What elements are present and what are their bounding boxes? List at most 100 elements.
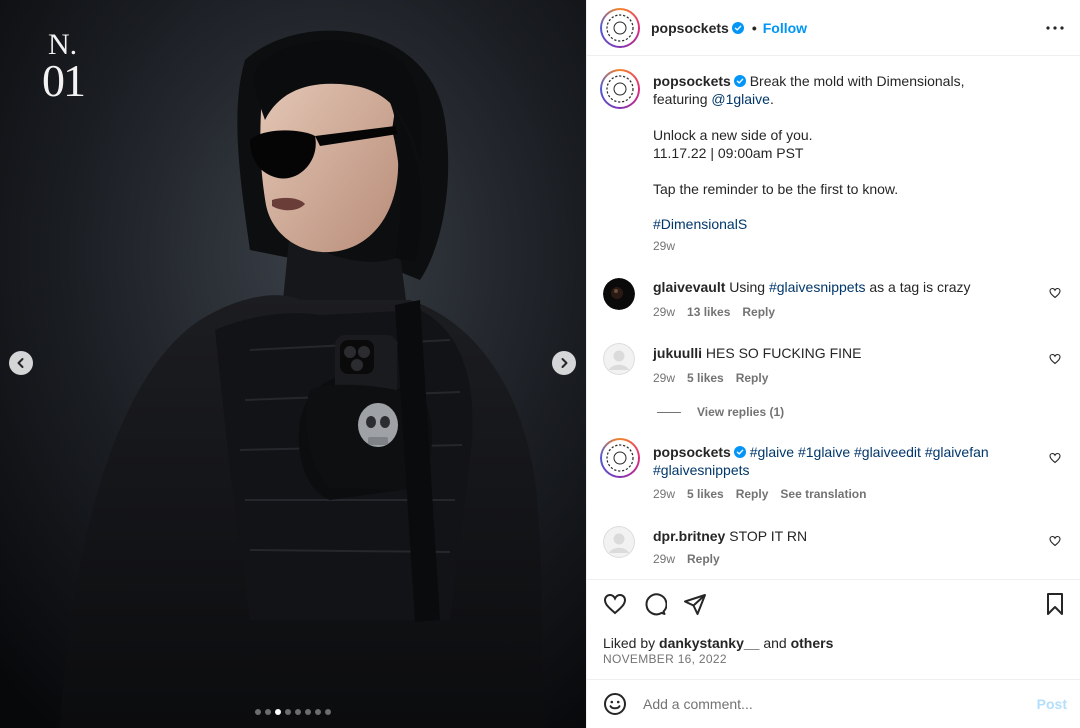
comment-body: STOP IT RN [729,528,808,544]
comment-time[interactable]: 29w [653,305,675,319]
popsockets-logo-icon [606,13,634,42]
comment-like-heart-icon[interactable] [1049,287,1061,299]
comment-body: HES SO FUCKING FINE [705,345,862,361]
emoji-icon[interactable] [603,692,627,716]
carousel-dot [275,709,281,715]
caption-meta: 29w [653,239,675,253]
reply-button[interactable]: Reply [736,371,769,385]
post-date[interactable]: NOVEMBER 16, 2022 [603,652,727,666]
bookmark-save-icon[interactable] [1043,592,1067,616]
comment-like-heart-icon[interactable] [1049,353,1061,365]
liked-by-prefix: Liked by [603,635,660,651]
carousel-dot [305,709,311,715]
comment-hashtags-line-2[interactable]: #glaivesnippets [653,462,750,478]
carousel-dot [295,709,301,715]
caption-avatar[interactable] [600,69,640,109]
comments-area[interactable]: popsockets Break the mold with Dimension… [587,56,1080,579]
view-replies-label: View replies (1) [697,405,785,419]
view-replies-line [657,411,681,413]
post-modal: N. 01 popsockets • Follow popsockets Bre… [0,0,1080,728]
comment-time[interactable]: 29w [653,487,675,501]
comment-likes[interactable]: 5 likes [687,371,724,385]
post-actions: Liked by dankystanky__ and others NOVEMB… [587,579,1080,679]
previous-media-button[interactable] [9,351,33,375]
add-comment-bar: Post [587,679,1080,728]
author-username[interactable]: popsockets [651,20,729,36]
comment-hashtags-line-1[interactable]: #glaive #1glaive #glaiveedit #glaivefan [750,444,989,460]
liked-by-mid: and [759,635,791,651]
comment-text: jukuulli HES SO FUCKING FINE [653,344,1033,362]
commenter-avatar[interactable] [600,438,640,478]
verified-badge-icon [733,75,746,87]
comment-username[interactable]: jukuulli [653,345,702,361]
post-side-panel: popsockets • Follow popsockets Break the… [586,0,1080,728]
caption-mention-link[interactable]: @1glaive [711,91,770,107]
comment-time[interactable]: 29w [653,552,675,566]
carousel-dot [285,709,291,715]
comment-username[interactable]: glaivevault [653,279,725,295]
commenter-avatar[interactable] [603,526,635,558]
comment-meta: 29w 5 likes Reply See translation [653,487,866,501]
comment-input[interactable] [643,696,1003,712]
liked-by-others[interactable]: others [791,635,834,651]
reply-button[interactable]: Reply [742,305,775,319]
carousel-dot [265,709,271,715]
comment-likes[interactable]: 13 likes [687,305,730,319]
hashtag-glaivesnippets-link[interactable]: #glaivesnippets [769,279,866,295]
comment-text: glaivevault Using #glaivesnippets as a t… [653,278,1033,296]
comment-bubble-icon[interactable] [643,592,667,616]
liked-by-user[interactable]: dankystanky__ [659,635,759,651]
carousel-dot [255,709,261,715]
caption-period: . [769,91,774,107]
caption-line-2: featuring @1glaive. [653,90,1033,108]
comment-body-end: as a tag is crazy [865,279,971,295]
reply-button[interactable]: Reply [736,487,769,501]
comment-time[interactable]: 29w [653,371,675,385]
more-options-button[interactable] [1045,18,1065,38]
commenter-avatar[interactable] [603,343,635,375]
comment-like-heart-icon[interactable] [1049,535,1061,547]
more-horizontal-icon [1046,26,1064,30]
header-separator: • [751,19,757,36]
post-comment-button[interactable]: Post [1037,696,1067,712]
follow-button[interactable]: Follow [763,20,807,36]
like-heart-icon[interactable] [603,592,627,616]
post-header: popsockets • Follow [587,0,1080,56]
caption-reminder: Tap the reminder to be the first to know… [653,181,899,197]
reply-button[interactable]: Reply [687,552,720,566]
comment-like-heart-icon[interactable] [1049,452,1061,464]
comment-meta: 29w 5 likes Reply [653,371,768,385]
hashtag-dimensionals-link[interactable]: #DimensionalS [653,216,747,232]
see-translation-button[interactable]: See translation [780,487,866,501]
caption-line-1: popsockets Break the mold with Dimension… [653,72,1033,90]
popsockets-logo-icon [606,444,634,472]
next-media-button[interactable] [552,351,576,375]
comment-likes[interactable]: 5 likes [687,487,724,501]
comment-text: dpr.britney STOP IT RN [653,527,1033,545]
view-replies-button[interactable]: View replies (1) [657,405,784,419]
share-send-icon[interactable] [683,592,707,616]
caption-date-time: 11.17.22 | 09:00am PST [653,145,804,161]
caption-time[interactable]: 29w [653,239,675,253]
author-avatar[interactable] [600,7,640,48]
caption-hashtag: #DimensionalS [653,215,1033,233]
carousel-dot [315,709,321,715]
chevron-right-icon [561,358,568,368]
comment-body-start: Using [729,279,769,295]
comment-username[interactable]: dpr.britney [653,528,725,544]
post-media[interactable]: N. 01 [0,0,586,728]
popsockets-logo-icon [606,75,634,103]
caption-unlock: Unlock a new side of you. [653,127,813,143]
commenter-avatar[interactable] [603,278,635,310]
caption-featuring: featuring [653,91,712,107]
comment-text-line-2: #glaivesnippets [653,461,1033,479]
verified-badge-icon [731,21,744,34]
chevron-left-icon [17,358,24,368]
verified-badge-icon [733,446,746,458]
caption-username[interactable]: popsockets [653,73,731,89]
comment-username[interactable]: popsockets [653,444,731,460]
brand-mark-number: 01 [42,55,86,106]
comment-meta: 29w Reply [653,552,720,566]
comment-meta: 29w 13 likes Reply [653,305,775,319]
comment-text: popsockets #glaive #1glaive #glaiveedit … [653,443,1033,461]
